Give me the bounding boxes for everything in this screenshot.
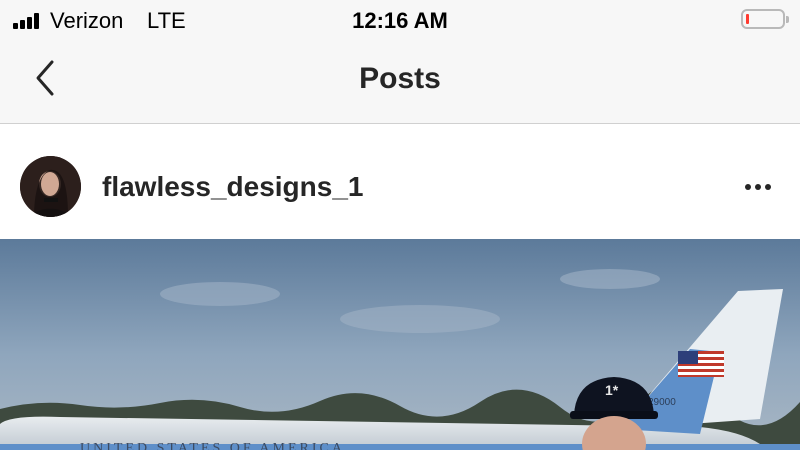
more-options-button[interactable]: [738, 175, 778, 199]
photo-image: UNITED STATES OF AMERICA 29000 1*: [0, 239, 800, 450]
navigation-bar: Posts: [0, 40, 800, 124]
fuselage-text: UNITED STATES OF AMERICA: [80, 441, 345, 450]
status-time: 12:16 AM: [352, 8, 448, 33]
post-photo[interactable]: UNITED STATES OF AMERICA 29000 1*: [0, 239, 800, 450]
avatar-image: [20, 156, 81, 217]
ellipsis-icon: [745, 184, 751, 190]
flag-icon: [678, 351, 724, 377]
battery-low-icon: [741, 9, 789, 29]
post-username[interactable]: flawless_designs_1: [102, 171, 363, 203]
status-bar: Verizon LTE 12:16 AM: [0, 0, 800, 40]
battery-level: [746, 14, 749, 24]
page-title: Posts: [359, 62, 441, 95]
post-header: flawless_designs_1: [0, 125, 800, 239]
cap-text: 1*: [605, 382, 619, 398]
avatar[interactable]: [20, 156, 81, 217]
